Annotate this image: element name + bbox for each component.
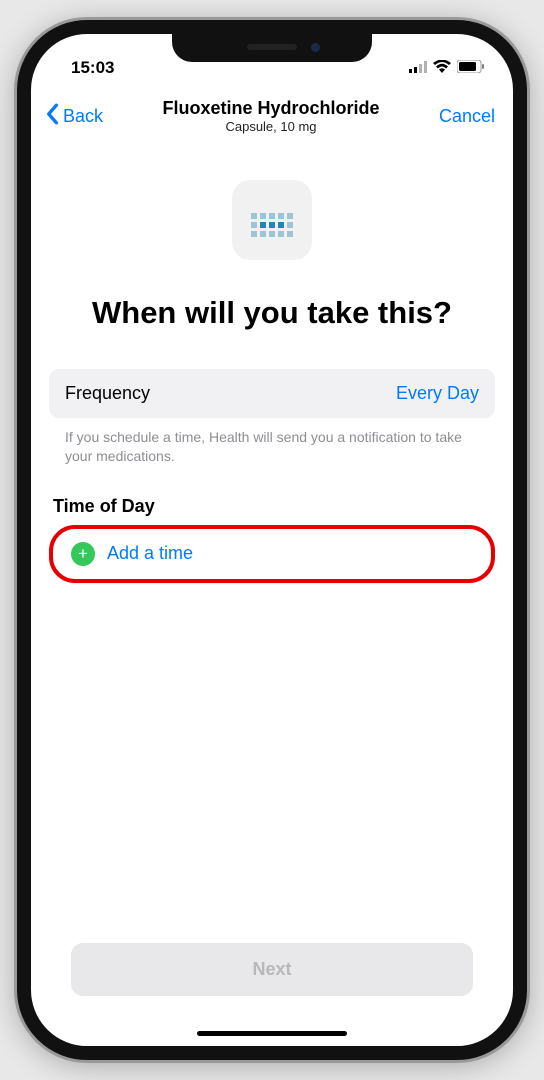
helper-text: If you schedule a time, Health will send… <box>49 418 495 466</box>
frequency-value: Every Day <box>396 383 479 404</box>
plus-icon: + <box>71 542 95 566</box>
content: When will you take this? Frequency Every… <box>31 144 513 583</box>
nav-title-sub: Capsule, 10 mg <box>103 119 439 134</box>
add-time-label: Add a time <box>107 543 193 564</box>
frequency-label: Frequency <box>65 383 150 404</box>
page-heading: When will you take this? <box>49 294 495 331</box>
phone-frame: 15:03 Back Fluoxetine Hydrochloride Caps… <box>17 20 527 1060</box>
chevron-left-icon <box>45 103 59 130</box>
add-time-button[interactable]: + Add a time <box>49 525 495 583</box>
nav-title: Fluoxetine Hydrochloride Capsule, 10 mg <box>103 98 439 134</box>
back-button[interactable]: Back <box>45 103 103 130</box>
wifi-icon <box>433 58 451 78</box>
frequency-row[interactable]: Frequency Every Day <box>49 369 495 418</box>
time-of-day-label: Time of Day <box>53 496 495 517</box>
status-time: 15:03 <box>71 58 114 78</box>
nav-title-main: Fluoxetine Hydrochloride <box>103 98 439 119</box>
nav-bar: Back Fluoxetine Hydrochloride Capsule, 1… <box>31 84 513 144</box>
status-icons <box>409 58 485 78</box>
battery-icon <box>457 58 485 78</box>
home-indicator[interactable] <box>197 1031 347 1036</box>
calendar-icon <box>232 180 312 260</box>
back-label: Back <box>63 106 103 127</box>
next-button[interactable]: Next <box>71 943 473 996</box>
cancel-button[interactable]: Cancel <box>439 106 495 127</box>
cellular-icon <box>409 58 427 78</box>
phone-notch <box>172 34 372 62</box>
